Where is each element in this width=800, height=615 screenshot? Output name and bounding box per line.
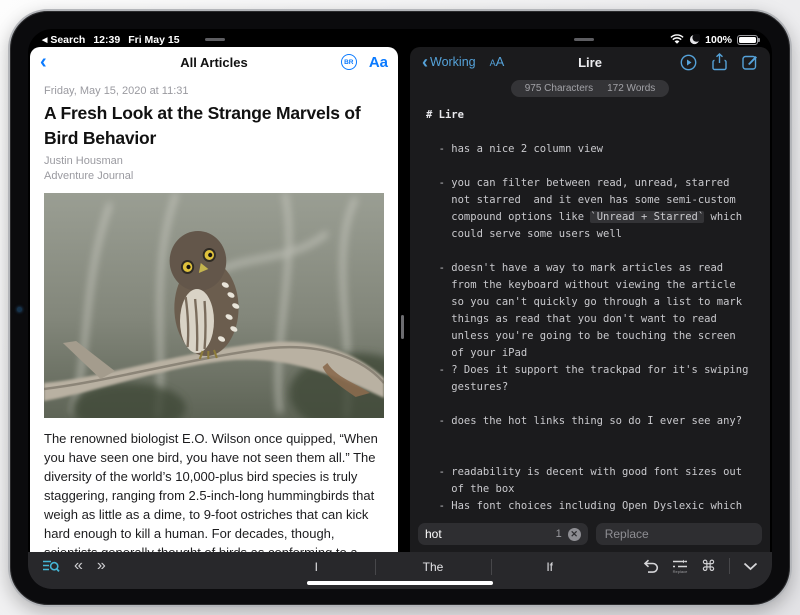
article-source: Adventure Journal	[44, 169, 384, 184]
screen: ◀ Search 12:39 Fri May 15 100%	[28, 29, 772, 589]
suggestion-3[interactable]: If	[491, 555, 608, 579]
markdown-text-area[interactable]: # Lire - has a nice 2 column view - you …	[410, 97, 770, 518]
article-author: Justin Housman	[44, 154, 384, 169]
home-indicator[interactable]	[307, 581, 493, 586]
left-app-drag-handle[interactable]	[205, 38, 225, 41]
reader-app-window: ‹ All Articles BR Aa Friday, May 15, 202…	[30, 47, 398, 552]
replace-tool-button[interactable]: Replace	[672, 559, 688, 574]
article-view: Friday, May 15, 2020 at 11:31 A Fresh Lo…	[30, 77, 398, 552]
split-view-divider-handle[interactable]	[401, 315, 404, 339]
preview-play-button[interactable]	[680, 54, 697, 71]
back-to-app-indicator[interactable]: ◀ Search	[42, 34, 85, 46]
editor-nav-bar: ‹ Working AA Lire	[410, 47, 770, 77]
battery-icon	[737, 35, 758, 45]
right-app-drag-handle[interactable]	[574, 38, 594, 41]
editor-back-button[interactable]: ‹ Working	[422, 53, 476, 71]
share-button[interactable]	[712, 53, 727, 71]
replace-placeholder: Replace	[605, 527, 649, 541]
article-date: Friday, May 15, 2020 at 11:31	[44, 85, 384, 97]
next-match-button[interactable]: »	[97, 558, 106, 574]
ipad-device: ◀ Search 12:39 Fri May 15 100%	[8, 9, 792, 607]
search-input[interactable]: hot 1 ✕	[418, 523, 588, 545]
undo-icon[interactable]	[642, 559, 659, 574]
keyboard-accessory-bar: « » I The If Repla	[28, 552, 772, 589]
previous-match-button[interactable]: «	[74, 558, 83, 574]
match-count: 1	[556, 528, 562, 540]
split-view: ‹ All Articles BR Aa Friday, May 15, 202…	[28, 47, 772, 552]
editor-font-settings-button[interactable]: AA	[490, 53, 505, 71]
back-triangle-icon: ◀	[42, 37, 47, 44]
toolbar-divider	[729, 558, 730, 574]
command-shortcuts-icon[interactable]: ⌘	[701, 559, 716, 574]
find-replace-bar: hot 1 ✕ Replace	[410, 518, 770, 552]
battery-percent: 100%	[705, 34, 732, 46]
wifi-icon	[670, 34, 684, 45]
status-date: Fri May 15	[128, 34, 179, 46]
replace-input[interactable]: Replace	[596, 523, 762, 545]
search-value: hot	[425, 527, 442, 541]
suggestion-1[interactable]: I	[258, 555, 375, 579]
editor-app-window: ‹ Working AA Lire	[410, 47, 770, 552]
font-settings-button[interactable]: Aa	[369, 54, 388, 71]
suggestion-2[interactable]: The	[375, 555, 492, 579]
front-camera	[17, 307, 22, 312]
back-chevron-icon: ‹	[422, 53, 428, 71]
search-in-text-icon[interactable]	[42, 558, 60, 574]
article-title: A Fresh Look at the Strange Marvels of B…	[44, 101, 384, 151]
character-count: 975 Characters	[525, 83, 593, 94]
document-stats-badge: 975 Characters 172 Words	[511, 80, 670, 97]
owl-photo	[44, 193, 384, 418]
bionic-reading-icon[interactable]: BR	[341, 54, 357, 70]
status-time: 12:39	[93, 34, 120, 46]
do-not-disturb-moon-icon	[689, 34, 700, 45]
clear-search-icon[interactable]: ✕	[568, 528, 581, 541]
compose-button[interactable]	[742, 54, 758, 70]
status-bar: ◀ Search 12:39 Fri May 15 100%	[28, 29, 772, 47]
back-chevron-icon[interactable]: ‹	[40, 52, 47, 72]
reader-nav-bar: ‹ All Articles BR Aa	[30, 47, 398, 77]
dismiss-keyboard-chevron-icon[interactable]	[743, 562, 758, 571]
predictive-text-bar: I The If	[258, 555, 608, 579]
article-body: The renowned biologist E.O. Wilson once …	[44, 429, 384, 552]
word-count: 172 Words	[607, 83, 655, 94]
